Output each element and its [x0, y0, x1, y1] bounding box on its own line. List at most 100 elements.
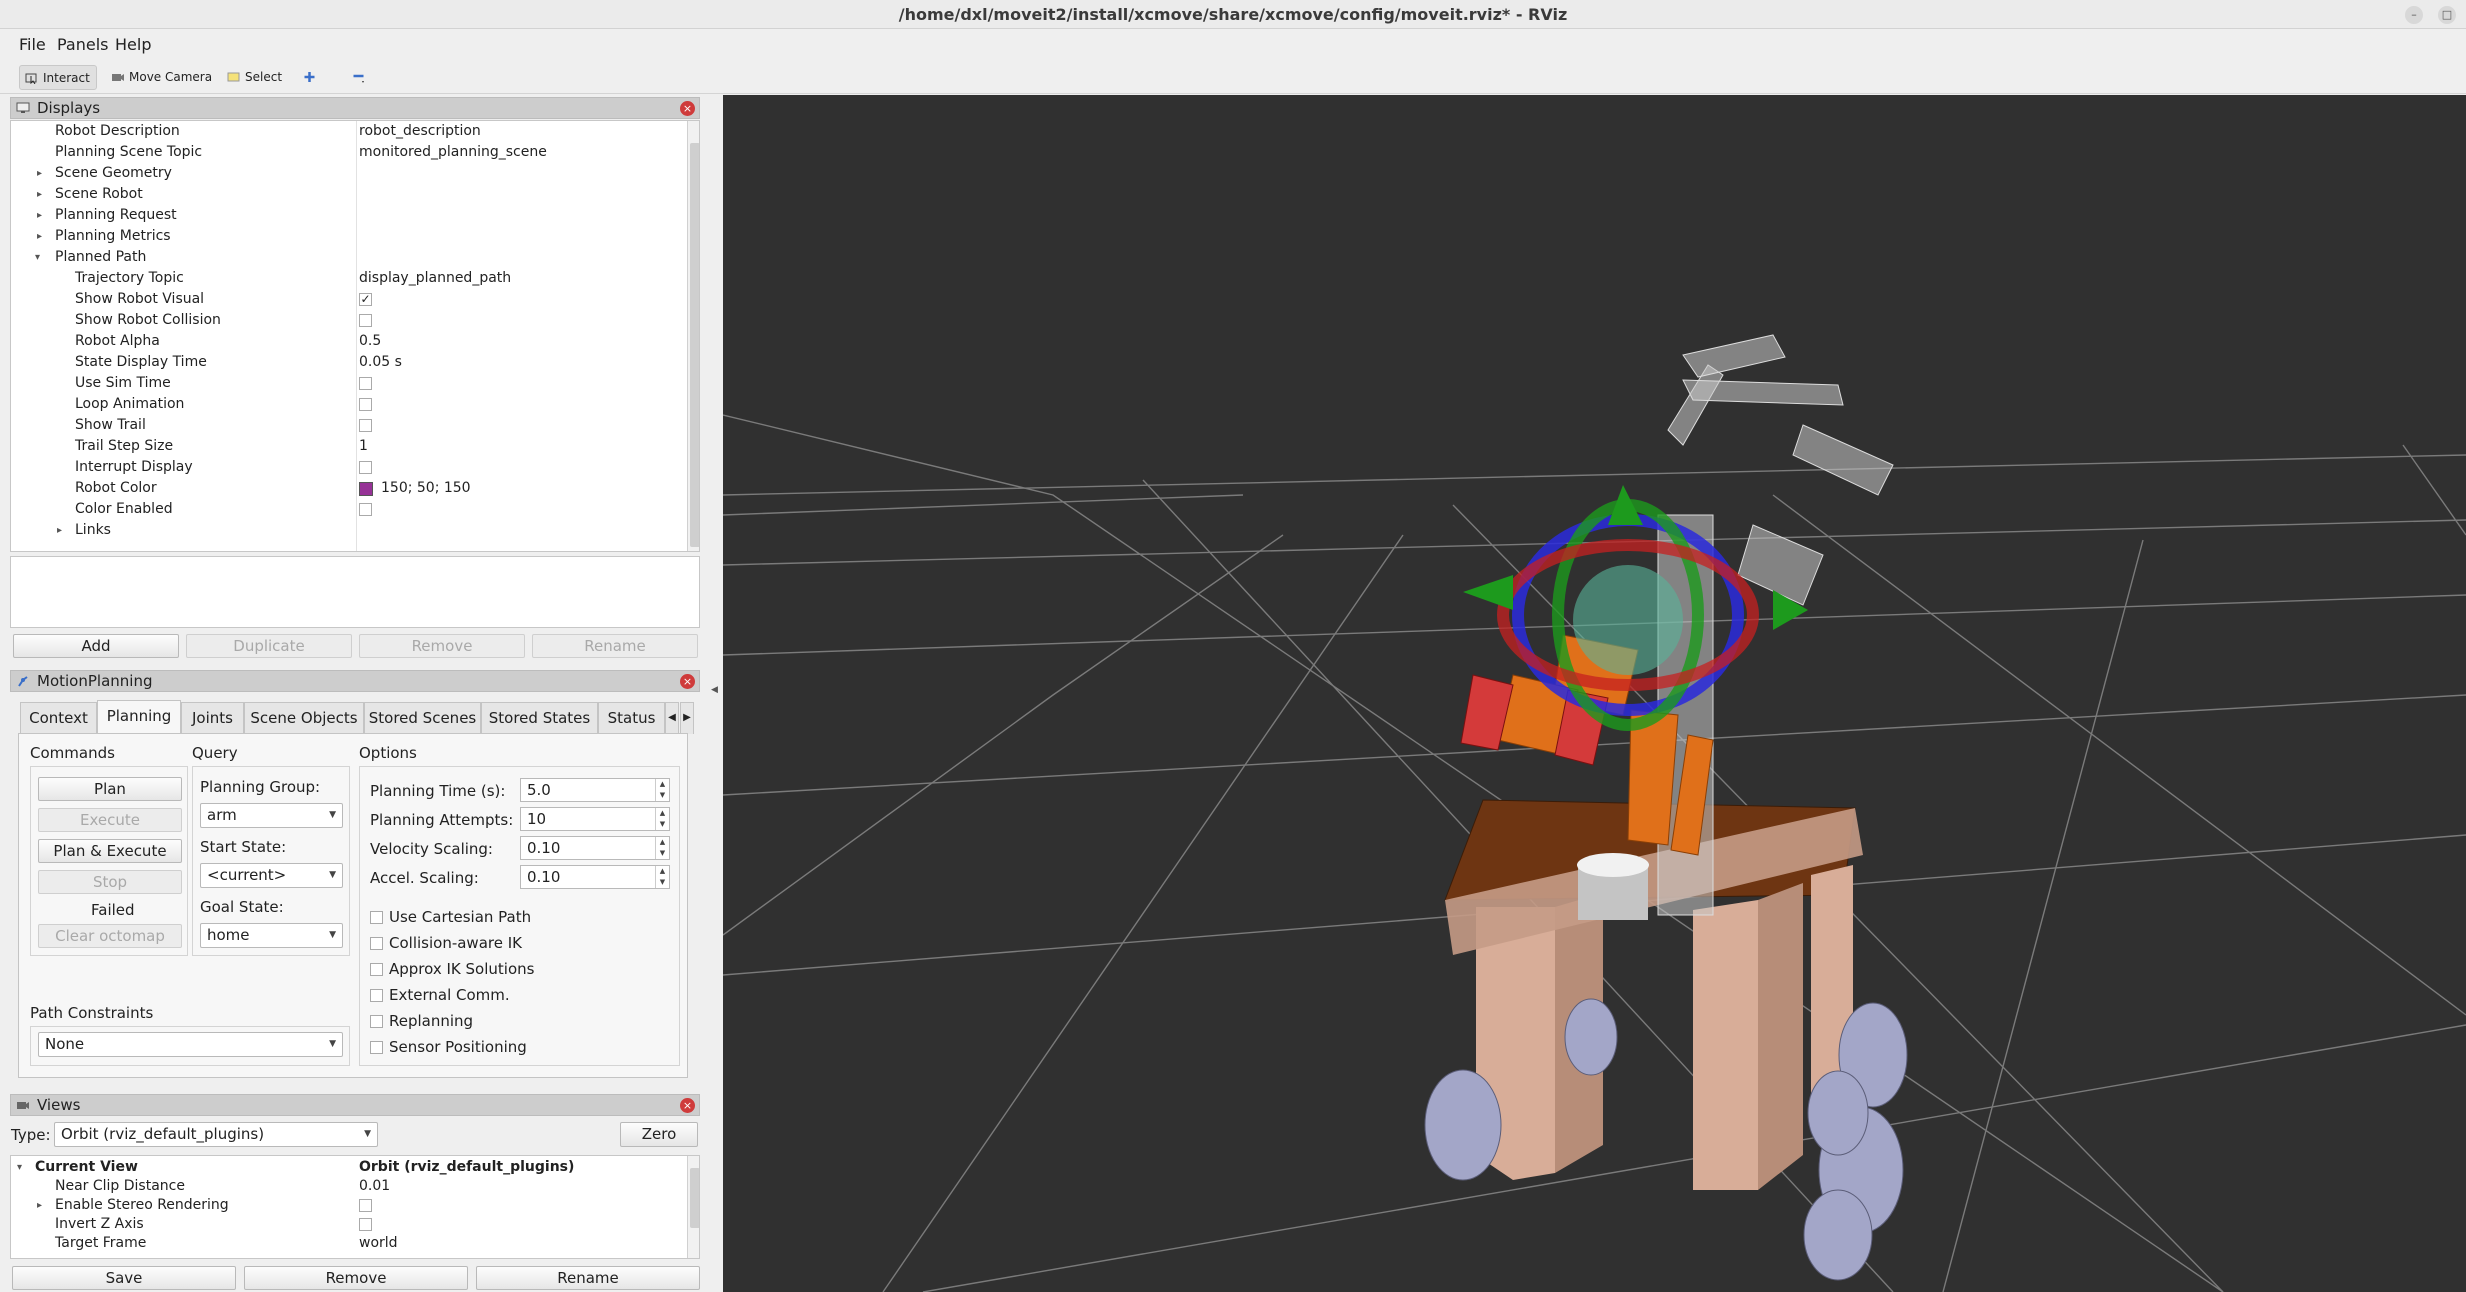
- planning-group-select[interactable]: arm ▼: [200, 803, 343, 828]
- velocity-scaling-input[interactable]: 0.10 ▲ ▼: [520, 836, 670, 860]
- display-description-box: [10, 556, 700, 628]
- tab-joints[interactable]: Joints: [181, 702, 244, 734]
- external-comm-label: External Comm.: [389, 986, 510, 1004]
- velocity-scaling-label: Velocity Scaling:: [370, 840, 493, 858]
- tab-stored-states[interactable]: Stored States: [481, 702, 598, 734]
- close-icon[interactable]: ×: [680, 1098, 695, 1113]
- minimize-button[interactable]: –: [2405, 6, 2423, 24]
- planning-group-label: Planning Group:: [200, 778, 321, 796]
- displays-tree: Robot Description robot_description Plann…: [10, 120, 700, 552]
- tab-planning[interactable]: Planning: [97, 700, 181, 734]
- tab-scroll-left-icon[interactable]: ◀: [665, 702, 679, 734]
- expand-arrow-icon[interactable]: ▸: [37, 226, 42, 247]
- execute-button[interactable]: Execute: [38, 808, 182, 832]
- expand-arrow-icon[interactable]: ▸: [37, 205, 42, 226]
- title-bar: /home/dxl/moveit2/install/xcmove/share/x…: [0, 0, 2466, 29]
- save-view-button[interactable]: Save: [12, 1266, 236, 1290]
- duplicate-display-button[interactable]: Duplicate: [186, 634, 352, 658]
- collision-aware-ik-checkbox[interactable]: [370, 937, 383, 950]
- window-title: /home/dxl/moveit2/install/xcmove/share/x…: [898, 5, 1568, 24]
- displays-panel-header: Displays ×: [10, 97, 700, 119]
- tab-status[interactable]: Status: [598, 702, 665, 734]
- tab-stored-scenes[interactable]: Stored Scenes: [364, 702, 481, 734]
- move-camera-tool-button[interactable]: Move Camera: [106, 65, 218, 90]
- clear-octomap-button[interactable]: Clear octomap: [38, 924, 182, 948]
- move-camera-label: Move Camera: [129, 70, 213, 84]
- tab-scene-objects[interactable]: Scene Objects: [244, 702, 364, 734]
- replanning-checkbox[interactable]: [370, 1015, 383, 1028]
- approx-ik-checkbox[interactable]: [370, 963, 383, 976]
- planning-time-input[interactable]: 5.0 ▲ ▼: [520, 778, 670, 802]
- interact-tool-button[interactable]: Interact: [19, 65, 97, 90]
- remove-view-button[interactable]: Remove: [244, 1266, 468, 1290]
- collapse-arrow-icon[interactable]: ▾: [35, 247, 40, 268]
- spin-arrows-icon: ▲ ▼: [655, 866, 669, 888]
- panel-splitter[interactable]: ◀: [706, 95, 723, 1292]
- tool-bar: Interact Move Camera Select: [0, 62, 2466, 94]
- start-state-select[interactable]: <current> ▼: [200, 863, 343, 888]
- expand-arrow-icon[interactable]: ▸: [37, 163, 42, 184]
- checkbox[interactable]: [359, 419, 372, 432]
- view-type-label: Type:: [11, 1126, 51, 1144]
- expand-arrow-icon[interactable]: ▸: [57, 520, 62, 541]
- checkbox[interactable]: [359, 398, 372, 411]
- checkbox-checked[interactable]: ✓: [359, 293, 372, 306]
- planning-time-label: Planning Time (s):: [370, 782, 506, 800]
- sensor-positioning-label: Sensor Positioning: [389, 1038, 527, 1056]
- cursor-icon: [25, 73, 37, 84]
- checkbox[interactable]: [359, 377, 372, 390]
- views-scrollbar[interactable]: [687, 1156, 699, 1258]
- commands-title: Commands: [30, 744, 115, 762]
- add-display-button[interactable]: Add: [13, 634, 179, 658]
- path-constraints-select[interactable]: None ▼: [38, 1032, 343, 1057]
- accel-scaling-input[interactable]: 0.10 ▲ ▼: [520, 865, 670, 889]
- maximize-button[interactable]: □: [2438, 6, 2456, 24]
- menu-panels[interactable]: Panels: [57, 35, 109, 54]
- checkbox[interactable]: [359, 1199, 372, 1212]
- close-icon[interactable]: ×: [680, 101, 695, 116]
- expand-arrow-icon[interactable]: ▸: [37, 184, 42, 205]
- tab-context[interactable]: Context: [20, 702, 97, 734]
- collapse-arrow-icon[interactable]: ▾: [17, 1157, 22, 1178]
- 3d-viewport[interactable]: [723, 95, 2466, 1292]
- goal-state-select[interactable]: home ▼: [200, 923, 343, 948]
- chevron-down-icon: ▼: [329, 810, 336, 820]
- external-comm-checkbox[interactable]: [370, 989, 383, 1002]
- rename-display-button[interactable]: Rename: [532, 634, 698, 658]
- tab-scroll-right-icon[interactable]: ▶: [680, 702, 694, 734]
- plus-icon: [304, 72, 315, 82]
- camera-icon: [17, 1102, 29, 1109]
- options-title: Options: [359, 744, 417, 762]
- motion-planning-icon: [18, 676, 28, 687]
- plan-button[interactable]: Plan: [38, 777, 182, 801]
- remove-tool-button[interactable]: [349, 65, 369, 90]
- displays-scrollbar[interactable]: [687, 121, 699, 551]
- menu-file[interactable]: File: [19, 35, 46, 54]
- expand-arrow-icon[interactable]: ▸: [37, 1195, 42, 1216]
- use-cartesian-label: Use Cartesian Path: [389, 908, 532, 926]
- planning-attempts-label: Planning Attempts:: [370, 811, 514, 829]
- views-title: Views: [37, 1096, 81, 1114]
- sensor-positioning-checkbox[interactable]: [370, 1041, 383, 1054]
- checkbox[interactable]: [359, 503, 372, 516]
- select-tool-button[interactable]: Select: [222, 65, 288, 90]
- add-tool-button[interactable]: [300, 65, 320, 90]
- plan-execute-button[interactable]: Plan & Execute: [38, 839, 182, 863]
- stop-button[interactable]: Stop: [38, 870, 182, 894]
- robot-color-swatch[interactable]: [359, 482, 373, 496]
- view-type-select[interactable]: Orbit (rviz_default_plugins) ▼: [54, 1122, 378, 1147]
- minus-icon: [353, 74, 364, 83]
- monitor-icon: [16, 102, 30, 113]
- zero-view-button[interactable]: Zero: [620, 1122, 698, 1147]
- checkbox[interactable]: [359, 314, 372, 327]
- planning-attempts-input[interactable]: 10 ▲ ▼: [520, 807, 670, 831]
- close-icon[interactable]: ×: [680, 674, 695, 689]
- remove-display-button[interactable]: Remove: [359, 634, 525, 658]
- menu-help[interactable]: Help: [115, 35, 151, 54]
- rename-view-button[interactable]: Rename: [476, 1266, 700, 1290]
- use-cartesian-checkbox[interactable]: [370, 911, 383, 924]
- checkbox[interactable]: [359, 461, 372, 474]
- checkbox[interactable]: [359, 1218, 372, 1231]
- camera-icon: [112, 74, 124, 81]
- chevron-down-icon: ▼: [329, 930, 336, 940]
